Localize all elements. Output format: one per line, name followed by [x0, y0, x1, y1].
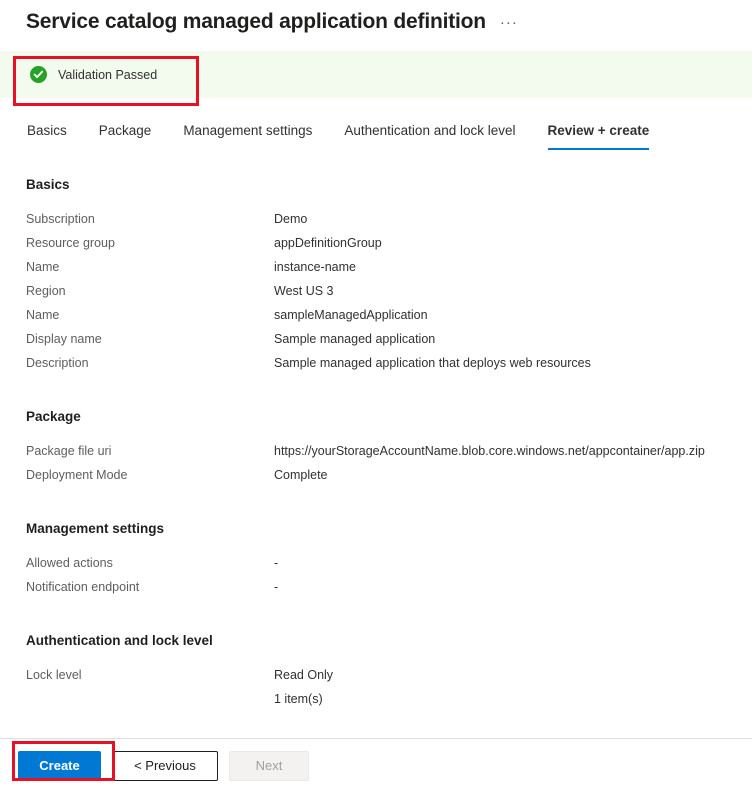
row-deployment-mode: Deployment Mode Complete	[26, 463, 726, 487]
label-lock-level: Lock level	[26, 663, 274, 687]
row-allowed-actions: Allowed actions -	[26, 551, 726, 575]
label-notification-endpoint: Notification endpoint	[26, 575, 274, 599]
row-resource-group: Resource group appDefinitionGroup	[26, 231, 726, 255]
tab-management-settings[interactable]: Management settings	[183, 122, 312, 150]
row-display-name: Display name Sample managed application	[26, 327, 726, 351]
value-description: Sample managed application that deploys …	[274, 351, 591, 375]
label-name: Name	[26, 255, 274, 279]
page-title: Service catalog managed application defi…	[26, 8, 486, 36]
page-header: Service catalog managed application defi…	[0, 0, 752, 46]
label-package-file-uri: Package file uri	[26, 439, 274, 463]
row-name: Name instance-name	[26, 255, 726, 279]
section-package: Package Package file uri https://yourSto…	[26, 408, 726, 487]
value-lock-level: Read Only	[274, 663, 333, 687]
validation-banner-wrap: Validation Passed	[0, 46, 752, 98]
value-allowed-actions: -	[274, 551, 278, 575]
value-subscription: Demo	[274, 207, 307, 231]
row-region: Region West US 3	[26, 279, 726, 303]
value-resource-group: appDefinitionGroup	[274, 231, 382, 255]
section-basics: Basics Subscription Demo Resource group …	[26, 176, 726, 375]
label-app-name: Name	[26, 303, 274, 327]
check-circle-icon	[30, 66, 47, 83]
create-button[interactable]: Create	[18, 751, 101, 781]
label-allowed-actions: Allowed actions	[26, 551, 274, 575]
label-display-name: Display name	[26, 327, 274, 351]
validation-banner: Validation Passed	[0, 51, 752, 98]
value-region: West US 3	[274, 279, 334, 303]
label-deployment-mode: Deployment Mode	[26, 463, 274, 487]
row-description: Description Sample managed application t…	[26, 351, 726, 375]
section-title-management-settings: Management settings	[26, 520, 726, 538]
row-lock-level-item-count: 1 item(s)	[26, 687, 726, 711]
label-region: Region	[26, 279, 274, 303]
section-title-basics: Basics	[26, 176, 726, 194]
validation-status-text: Validation Passed	[58, 67, 157, 83]
value-notification-endpoint: -	[274, 575, 278, 599]
label-subscription: Subscription	[26, 207, 274, 231]
section-title-package: Package	[26, 408, 726, 426]
value-lock-level-item-count: 1 item(s)	[274, 687, 323, 711]
row-lock-level: Lock level Read Only	[26, 663, 726, 687]
value-app-name: sampleManagedApplication	[274, 303, 428, 327]
value-display-name: Sample managed application	[274, 327, 435, 351]
label-resource-group: Resource group	[26, 231, 274, 255]
section-authentication-and-lock-level: Authentication and lock level Lock level…	[26, 632, 726, 711]
tab-review-create[interactable]: Review + create	[548, 122, 650, 150]
label-description: Description	[26, 351, 274, 375]
value-package-file-uri: https://yourStorageAccountName.blob.core…	[274, 439, 705, 463]
row-subscription: Subscription Demo	[26, 207, 726, 231]
row-app-name: Name sampleManagedApplication	[26, 303, 726, 327]
value-name: instance-name	[274, 255, 356, 279]
section-management-settings: Management settings Allowed actions - No…	[26, 520, 726, 599]
tab-authentication-and-lock-level[interactable]: Authentication and lock level	[344, 122, 515, 150]
value-deployment-mode: Complete	[274, 463, 328, 487]
previous-button[interactable]: < Previous	[112, 751, 218, 781]
review-summary: Basics Subscription Demo Resource group …	[0, 176, 752, 711]
tab-basics[interactable]: Basics	[27, 122, 67, 150]
row-notification-endpoint: Notification endpoint -	[26, 575, 726, 599]
next-button: Next	[229, 751, 309, 781]
more-options-icon[interactable]: ···	[500, 8, 518, 38]
tab-package[interactable]: Package	[99, 122, 152, 150]
wizard-footer: Create < Previous Next	[0, 739, 752, 793]
row-package-file-uri: Package file uri https://yourStorageAcco…	[26, 439, 726, 463]
wizard-tabs: Basics Package Management settings Authe…	[0, 118, 752, 150]
section-title-authentication-and-lock-level: Authentication and lock level	[26, 632, 726, 650]
